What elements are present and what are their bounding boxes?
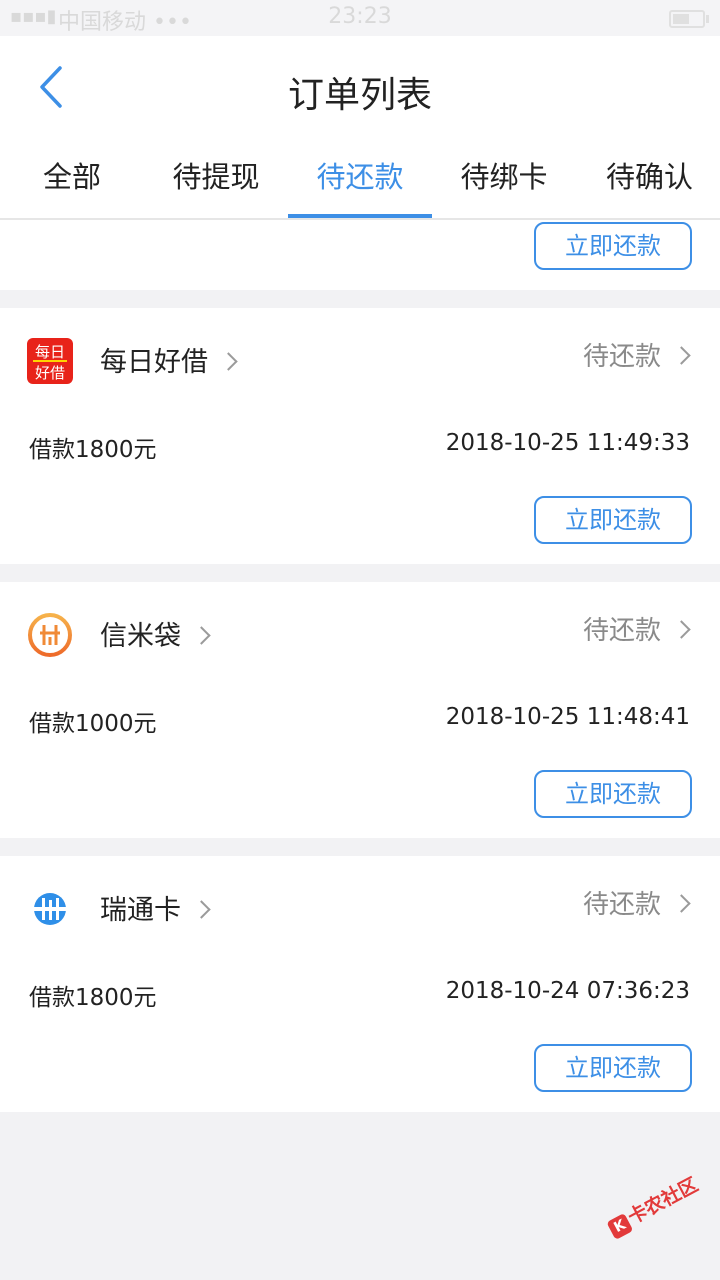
order-status-label: 待还款 [582, 342, 661, 372]
loan-amount: 借款1000元 [29, 711, 157, 737]
svg-text:好借: 好借 [35, 364, 65, 382]
repay-now-button[interactable]: 立即还款 [534, 222, 692, 270]
loan-amount: 借款1800元 [29, 437, 157, 463]
tab-pending-confirm[interactable]: 待确认 [576, 140, 720, 218]
order-status-label: 待还款 [582, 890, 661, 920]
meiri-haojie-logo-icon: 每日 好借 [27, 338, 73, 384]
order-card: 每日 好借 每日好借 待还款 借款1800元 2018-10-25 11:49:… [0, 308, 720, 564]
battery-icon [669, 10, 705, 28]
chevron-right-icon [672, 620, 691, 639]
app-name-link[interactable]: 信米袋 [100, 614, 211, 653]
repay-now-button[interactable]: 立即还款 [534, 1044, 692, 1092]
ruitongka-logo-icon [34, 893, 66, 925]
status-bar: ▪▪▪▮ 中国移动 ••• 23:23 [0, 0, 720, 36]
nav-bar: 订单列表 [0, 36, 720, 140]
watermark-text: 卡农社区 [624, 1173, 702, 1229]
repay-now-button[interactable]: 立即还款 [534, 770, 692, 818]
tab-bar: 全部 待提现 待还款 待绑卡 待确认 [0, 140, 720, 220]
order-time: 2018-10-25 11:48:41 [445, 704, 690, 730]
active-tab-indicator [288, 214, 432, 218]
page-title: 订单列表 [287, 75, 432, 116]
order-status-link[interactable]: 待还款 [582, 336, 691, 373]
order-time: 2018-10-24 07:36:23 [445, 978, 690, 1004]
chevron-right-icon [219, 352, 238, 371]
app-name-label: 瑞通卡 [100, 895, 181, 926]
tab-all[interactable]: 全部 [0, 140, 144, 218]
svg-text:每日: 每日 [35, 343, 65, 361]
chevron-right-icon [192, 900, 211, 919]
loan-amount: 借款1800元 [29, 985, 157, 1011]
order-time: 2018-10-25 11:49:33 [445, 430, 690, 456]
chevron-right-icon [672, 346, 691, 365]
app-name-label: 信米袋 [100, 621, 181, 652]
status-time: 23:23 [328, 4, 392, 29]
order-status-label: 待还款 [582, 616, 661, 646]
tab-pending-repay[interactable]: 待还款 [288, 140, 432, 218]
tab-pending-withdraw[interactable]: 待提现 [144, 140, 288, 218]
app-name-link[interactable]: 每日好借 [100, 340, 238, 379]
battery-cap [706, 15, 709, 23]
repay-now-button[interactable]: 立即还款 [534, 496, 692, 544]
order-card: 信米袋 待还款 借款1000元 2018-10-25 11:48:41 立即还款 [0, 582, 720, 838]
chevron-right-icon [672, 894, 691, 913]
order-card-partial: 立即还款 [0, 220, 720, 290]
app-name-label: 每日好借 [100, 347, 208, 378]
order-card: 瑞通卡 待还款 借款1800元 2018-10-24 07:36:23 立即还款 [0, 856, 720, 1112]
watermark-logo: K卡农社区 [603, 1167, 720, 1272]
order-status-link[interactable]: 待还款 [582, 610, 691, 647]
app-name-link[interactable]: 瑞通卡 [100, 888, 211, 927]
chevron-right-icon [192, 626, 211, 645]
xinmidai-logo-icon [28, 613, 72, 657]
order-status-link[interactable]: 待还款 [582, 884, 691, 921]
tab-pending-bind-card[interactable]: 待绑卡 [432, 140, 576, 218]
